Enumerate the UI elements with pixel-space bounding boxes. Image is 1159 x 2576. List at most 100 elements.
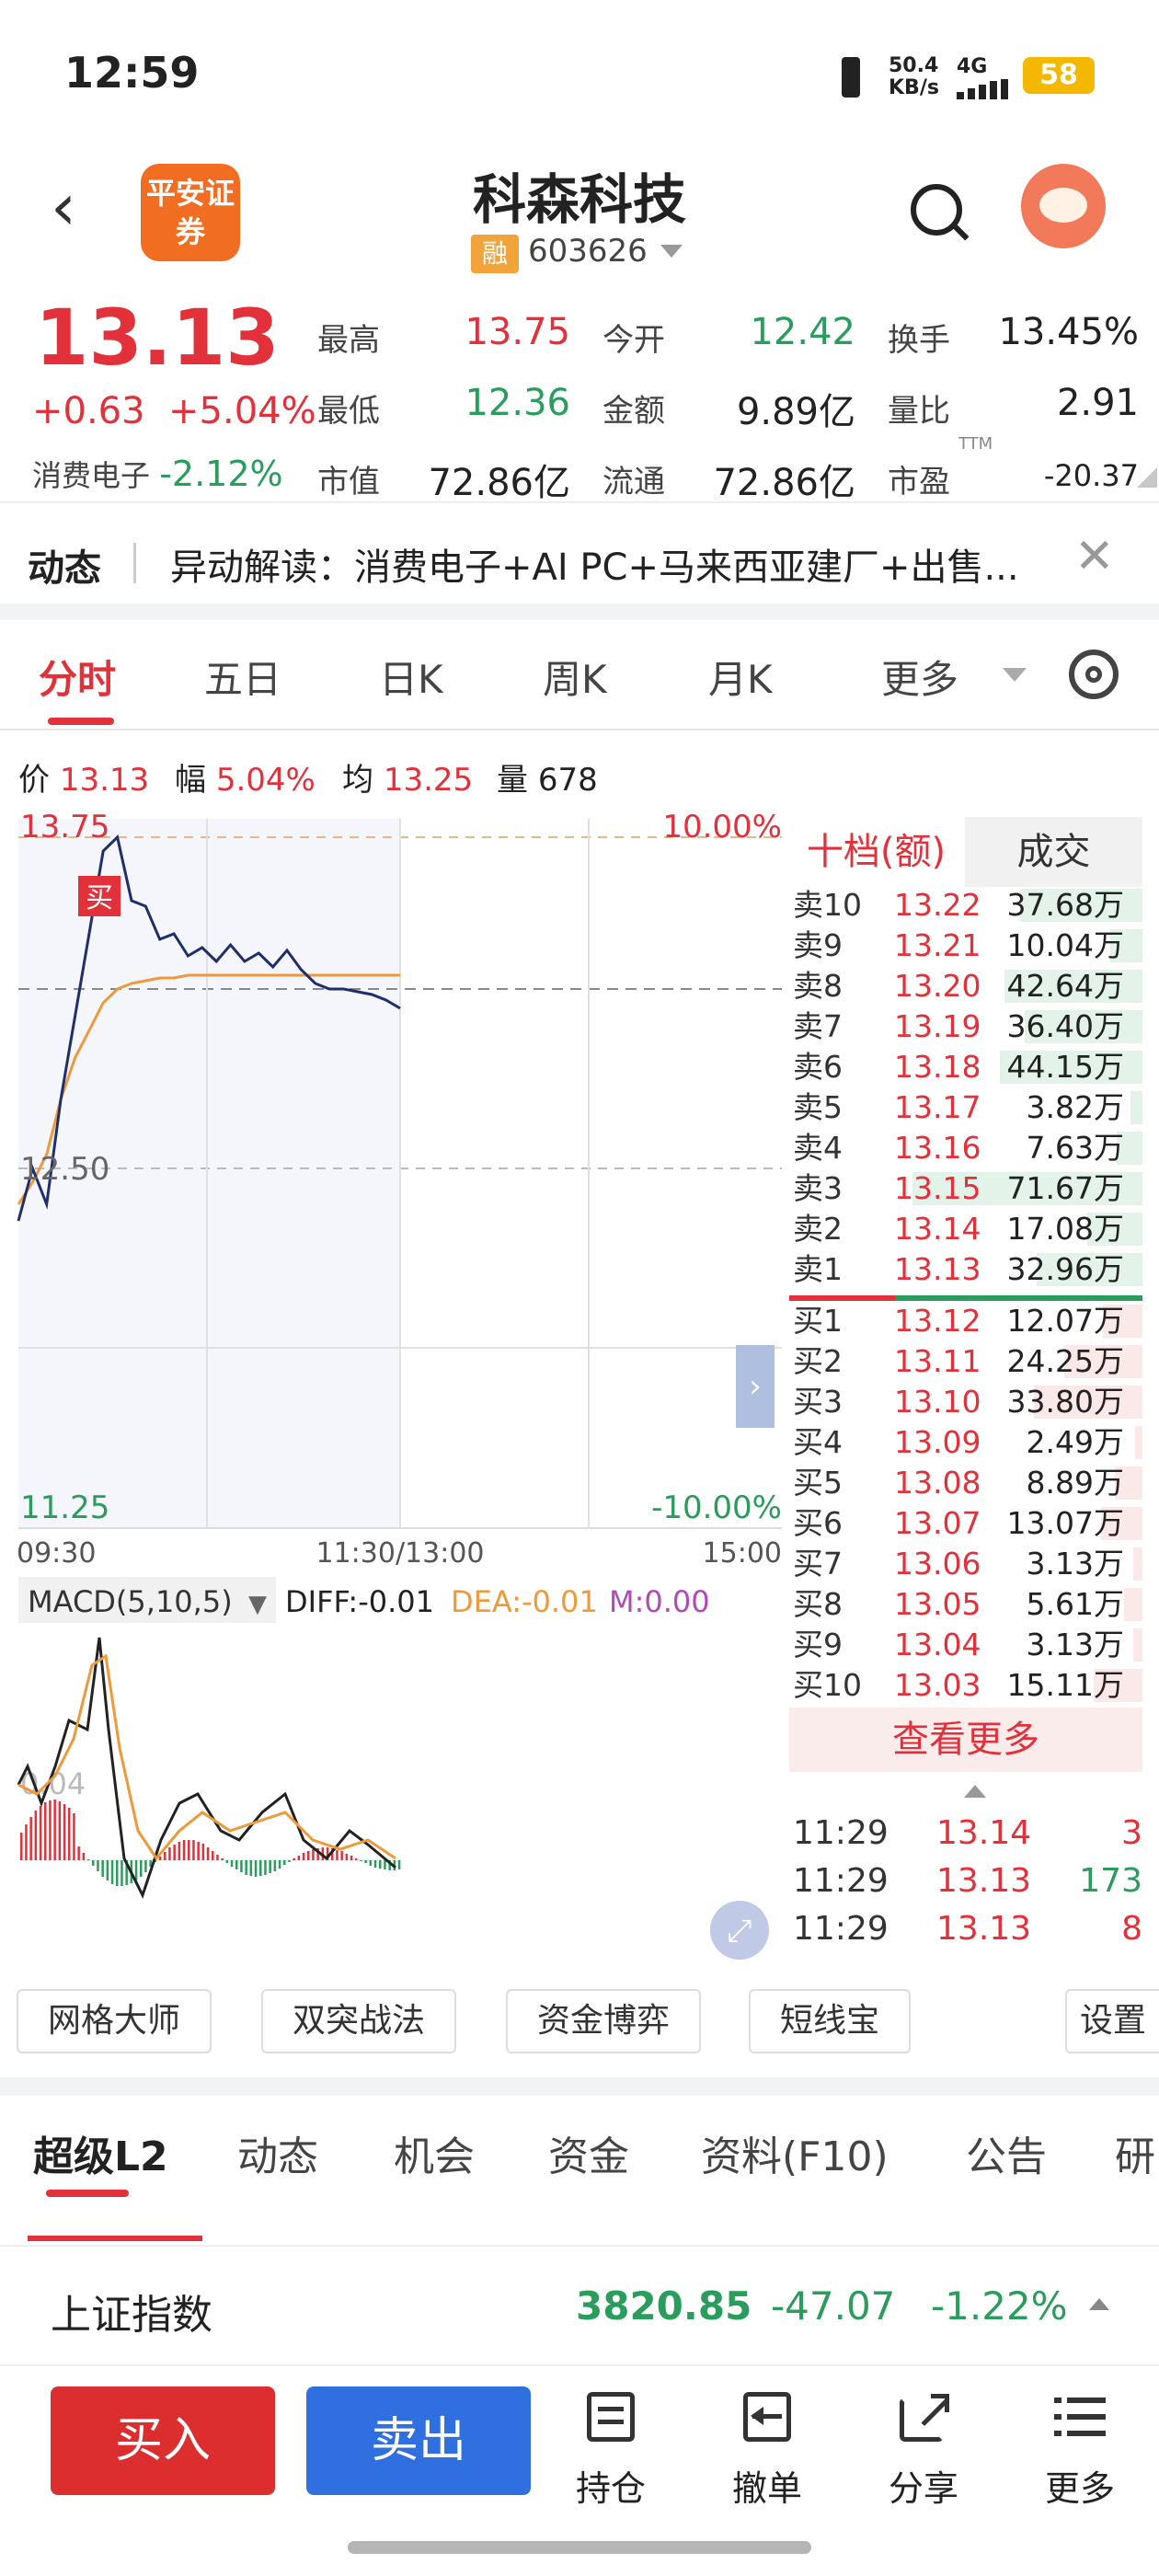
level-volume: 71.67万	[1006, 1170, 1124, 1206]
more-label[interactable]: 更多	[1025, 2460, 1135, 2511]
tab-funds[interactable]: 资金	[548, 2123, 629, 2182]
bid-row[interactable]: 买2 13.11 24.25万	[793, 1341, 1142, 1382]
tab-ten-levels[interactable]: 十档(额)	[787, 817, 965, 887]
macd-bar	[188, 1840, 190, 1860]
level-volume: 12.07万	[1006, 1303, 1124, 1339]
macd-bar	[63, 1804, 66, 1860]
macd-bar	[101, 1860, 104, 1877]
level-label: 买6	[793, 1505, 843, 1541]
share-icon[interactable]	[896, 2392, 951, 2444]
stock-code[interactable]: 603626	[528, 233, 648, 270]
stat-value: 9.89亿	[736, 391, 855, 433]
info-pct-value: 5.04%	[215, 762, 316, 799]
close-icon[interactable]: ✕	[1074, 529, 1115, 584]
ask-row[interactable]: 卖7 13.19 36.40万	[793, 1006, 1142, 1047]
bid-row[interactable]: 买5 13.08 8.89万	[793, 1463, 1142, 1503]
stat-value: 13.45%	[998, 311, 1139, 353]
tab-trades[interactable]: 成交	[965, 817, 1142, 887]
cancel-order-label[interactable]: 撤单	[712, 2460, 822, 2511]
bid-row[interactable]: 买4 13.09 2.49万	[793, 1422, 1142, 1463]
tool-short-term[interactable]: 短线宝	[749, 1989, 911, 2053]
bid-row[interactable]: 买6 13.07 13.07万	[793, 1503, 1142, 1544]
holdings-label[interactable]: 持仓	[556, 2460, 666, 2511]
bid-row[interactable]: 买3 13.10 33.80万	[793, 1382, 1142, 1422]
stat-value: 12.36	[465, 382, 570, 424]
holdings-icon[interactable]	[583, 2392, 638, 2444]
ask-row[interactable]: 卖3 13.15 71.67万	[793, 1168, 1142, 1209]
bid-row[interactable]: 买10 13.03 15.11万	[793, 1665, 1142, 1706]
tab-underline	[48, 718, 114, 725]
tab-daily-k[interactable]: 日K	[379, 649, 443, 705]
price-change: +0.63 +5.04%	[32, 390, 316, 432]
sell-button[interactable]: 卖出	[306, 2386, 531, 2495]
info-pct-label: 幅	[175, 762, 206, 799]
ask-row[interactable]: 卖10 13.22 37.68万	[793, 885, 1142, 926]
sector-info[interactable]: 消费电子 -2.12%	[32, 453, 283, 495]
chevron-up-icon[interactable]	[964, 1785, 986, 1798]
chevron-up-icon[interactable]	[1089, 2298, 1109, 2310]
macd-bar	[212, 1851, 214, 1860]
macd-bar	[158, 1857, 162, 1860]
tab-profile-f10[interactable]: 资料(F10)	[701, 2123, 889, 2182]
avatar[interactable]	[1021, 164, 1106, 248]
ask-row[interactable]: 卖8 13.20 42.64万	[793, 966, 1142, 1006]
menu-icon[interactable]	[1052, 2392, 1107, 2444]
macd-bar	[68, 1808, 71, 1860]
ask-row[interactable]: 卖9 13.21 10.04万	[793, 926, 1142, 966]
ask-row[interactable]: 卖1 13.13 32.96万	[793, 1249, 1142, 1290]
bid-row[interactable]: 买7 13.06 3.13万	[793, 1544, 1142, 1584]
macd-diff: DIFF:-0.01	[285, 1584, 434, 1619]
share-label[interactable]: 分享	[868, 2460, 979, 2511]
macd-bar	[44, 1802, 47, 1860]
home-indicator[interactable]	[348, 2541, 811, 2554]
back-icon[interactable]: ‹	[51, 175, 76, 239]
gear-icon[interactable]	[1069, 650, 1119, 699]
tab-weekly-k[interactable]: 周K	[543, 649, 607, 705]
divider	[0, 501, 1159, 503]
info-pct: 幅 5.04%	[175, 754, 316, 799]
tab-news[interactable]: 动态	[237, 2123, 318, 2182]
ask-row[interactable]: 卖4 13.16 7.63万	[793, 1128, 1142, 1168]
search-icon[interactable]	[911, 184, 962, 236]
cancel-order-icon[interactable]	[740, 2392, 795, 2444]
tool-settings[interactable]: 设置	[1065, 1989, 1159, 2053]
macd-bar	[197, 1842, 200, 1860]
intraday-chart[interactable]: 买 13.75 10.00% 12.50 11.25 -10.00% 09:30…	[0, 810, 787, 1969]
tab-five-day[interactable]: 五日	[204, 649, 281, 705]
news-headline[interactable]: 异动解读：消费电子+AI PC+马来西亚建厂+出售...	[170, 537, 1090, 591]
chevron-down-icon[interactable]	[1003, 668, 1027, 682]
stat-value: 2.91	[1056, 382, 1139, 424]
level-volume: 15.11万	[1006, 1667, 1124, 1703]
ask-row[interactable]: 卖6 13.18 44.15万	[793, 1047, 1142, 1087]
tab-intraday[interactable]: 分时	[39, 649, 116, 705]
level-price: 13.19	[894, 1008, 981, 1044]
level-price: 13.11	[894, 1343, 981, 1379]
tab-super-l2[interactable]: 超级L2	[33, 2123, 168, 2182]
tab-announcements[interactable]: 公告	[966, 2123, 1047, 2182]
chevron-down-icon[interactable]	[660, 245, 683, 258]
macd-bar	[216, 1855, 219, 1860]
ask-row[interactable]: 卖5 13.17 3.82万	[793, 1087, 1142, 1128]
tool-fund-game[interactable]: 资金博弈	[506, 1989, 701, 2053]
tab-monthly-k[interactable]: 月K	[708, 649, 773, 705]
level-price: 13.15	[894, 1170, 981, 1206]
stat-value: 12.42	[750, 311, 855, 353]
buy-button[interactable]: 买入	[51, 2386, 275, 2495]
index-name[interactable]: 上证指数	[51, 2282, 212, 2340]
level-volume: 7.63万	[1026, 1130, 1124, 1166]
tick-price: 13.13	[936, 1862, 1032, 1900]
macd-label: MACD(5,10,5)	[28, 1584, 233, 1619]
ask-row[interactable]: 卖2 13.14 17.08万	[793, 1209, 1142, 1249]
bid-row[interactable]: 买1 13.12 12.07万	[793, 1301, 1142, 1341]
bid-row[interactable]: 买8 13.05 5.61万	[793, 1584, 1142, 1625]
tab-opportunity[interactable]: 机会	[394, 2123, 475, 2182]
ttm-label: TTM	[958, 434, 993, 454]
tool-grid-master[interactable]: 网格大师	[17, 1989, 212, 2053]
view-more-button[interactable]: 查看更多	[789, 1708, 1142, 1772]
tab-research[interactable]: 研	[1115, 2123, 1159, 2182]
level-label: 卖10	[793, 887, 862, 923]
tick-time: 11:29	[793, 1862, 889, 1900]
bid-row[interactable]: 买9 13.04 3.13万	[793, 1625, 1142, 1665]
tool-double-breakout[interactable]: 双突战法	[261, 1989, 456, 2053]
tab-more[interactable]: 更多	[881, 649, 958, 705]
